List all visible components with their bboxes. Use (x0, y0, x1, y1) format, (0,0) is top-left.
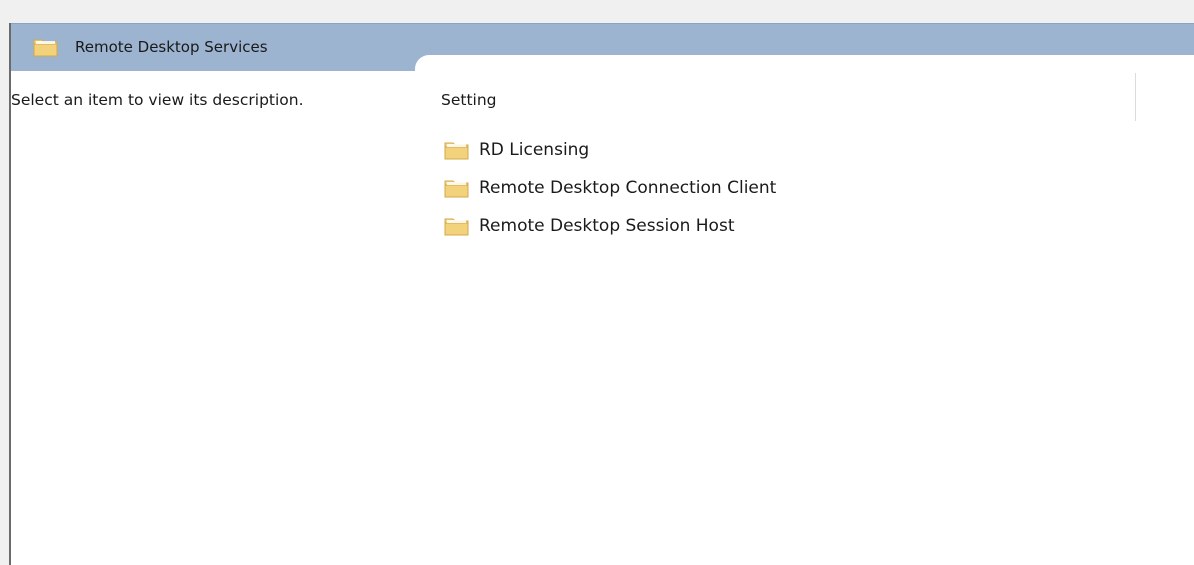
header-title-wrap: Remote Desktop Services (33, 36, 268, 58)
list-item[interactable]: Remote Desktop Session Host (444, 207, 776, 245)
folder-icon (444, 139, 470, 161)
column-header-setting[interactable]: Setting (441, 91, 497, 109)
list-item-label: RD Licensing (479, 140, 590, 160)
description-text: Select an item to view its description. (11, 91, 304, 109)
folder-icon (444, 177, 470, 199)
column-divider[interactable] (1135, 73, 1136, 121)
page-title: Remote Desktop Services (75, 38, 268, 56)
list-item[interactable]: Remote Desktop Connection Client (444, 169, 776, 207)
content-tab-edge (415, 55, 1194, 75)
settings-list: RD Licensing Remote Desktop Connection C… (444, 131, 776, 245)
folder-icon (33, 36, 59, 58)
list-item-label: Remote Desktop Session Host (479, 216, 735, 236)
policy-view-frame: Remote Desktop Services Select an item t… (9, 23, 1194, 565)
folder-icon (444, 215, 470, 237)
list-item[interactable]: RD Licensing (444, 131, 776, 169)
list-item-label: Remote Desktop Connection Client (479, 178, 777, 198)
